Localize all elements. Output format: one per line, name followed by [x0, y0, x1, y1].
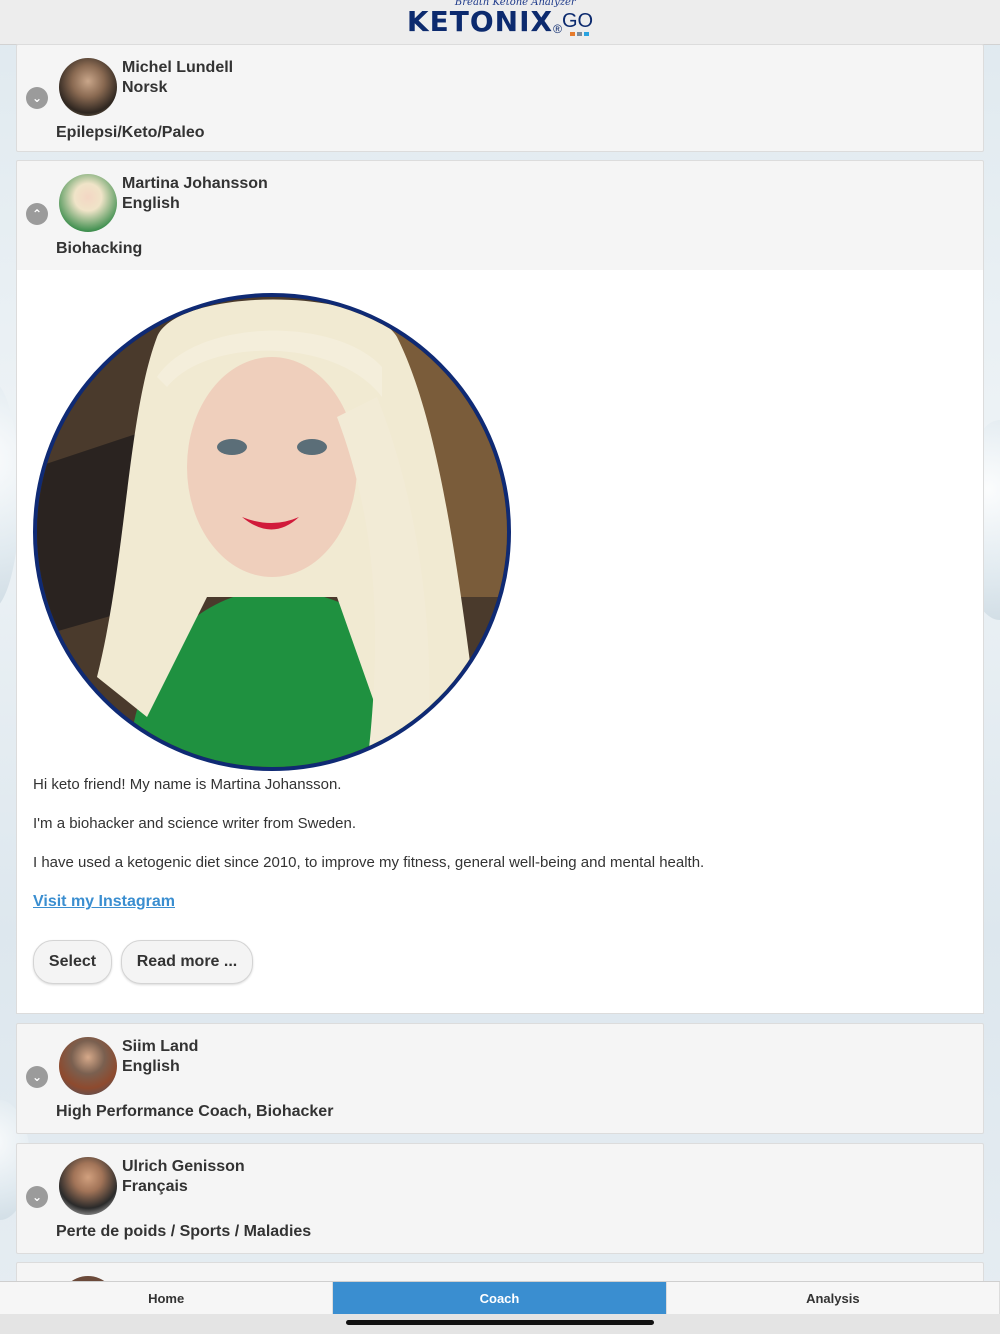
- app-header: Breath Ketone Analyzer KETONIX®GO: [0, 0, 1000, 45]
- coach-card[interactable]: ⌃ Martina Johansson English Biohacking: [16, 160, 984, 272]
- expand-chevron-icon[interactable]: ⌄: [26, 1066, 48, 1088]
- home-indicator: [346, 1320, 654, 1325]
- coach-language: English: [122, 1058, 180, 1075]
- bio-intro: Hi keto friend! My name is Martina Johan…: [33, 776, 342, 793]
- coach-specialty: High Performance Coach, Biohacker: [56, 1103, 334, 1120]
- logo-registered: ®: [553, 22, 562, 36]
- coach-portrait-illustration: [37, 297, 507, 767]
- coach-name: Martina Johansson: [122, 175, 268, 192]
- coach-language: Français: [122, 1178, 188, 1195]
- expand-chevron-icon[interactable]: ⌄: [26, 87, 48, 109]
- bottom-tab-bar: Home Coach Analysis: [0, 1281, 1000, 1315]
- coach-language: English: [122, 195, 180, 212]
- coach-name: Siim Land: [122, 1038, 199, 1055]
- coach-avatar: [59, 1157, 117, 1215]
- coach-name: Ulrich Genisson: [122, 1158, 245, 1175]
- coach-card[interactable]: ⌄ Siim Land English High Performance Coa…: [16, 1023, 984, 1134]
- collapse-chevron-icon[interactable]: ⌃: [26, 203, 48, 225]
- instagram-link[interactable]: Visit my Instagram: [33, 893, 175, 911]
- coach-photo: [33, 293, 511, 771]
- select-button[interactable]: Select: [33, 940, 112, 984]
- coach-card[interactable]: ⌄ Ulrich Genisson Français Perte de poid…: [16, 1143, 984, 1254]
- logo-brand: KETONIX: [406, 5, 554, 38]
- coach-language: Norsk: [122, 79, 168, 96]
- expand-chevron-icon[interactable]: ⌄: [26, 1186, 48, 1208]
- coach-specialty: Perte de poids / Sports / Maladies: [56, 1223, 312, 1240]
- read-more-button[interactable]: Read more ...: [121, 940, 253, 984]
- bio-line: I'm a biohacker and science writer from …: [33, 815, 357, 832]
- logo-color-dots: [570, 32, 590, 36]
- coach-specialty: Biohacking: [56, 240, 143, 257]
- tab-analysis[interactable]: Analysis: [667, 1282, 1000, 1315]
- ketonix-logo: Breath Ketone Analyzer KETONIX®GO: [407, 0, 593, 44]
- coach-avatar: [59, 174, 117, 232]
- tab-home[interactable]: Home: [0, 1282, 334, 1315]
- coach-name: Michel Lundell: [122, 59, 234, 76]
- coach-card[interactable]: ⌄ Michel Lundell Norsk Epilepsi/Keto/Pal…: [16, 44, 984, 152]
- coach-avatar: [59, 1037, 117, 1095]
- coach-detail-panel: Hi keto friend! My name is Martina Johan…: [16, 270, 984, 1014]
- tab-coach[interactable]: Coach: [333, 1282, 667, 1315]
- coach-specialty: Epilepsi/Keto/Paleo: [56, 124, 205, 141]
- coach-avatar: [59, 58, 117, 116]
- logo-suffix: GO: [561, 10, 594, 32]
- bio-line: I have used a ketogenic diet since 2010,…: [33, 854, 705, 871]
- logo-tagline: Breath Ketone Analyzer: [454, 0, 576, 8]
